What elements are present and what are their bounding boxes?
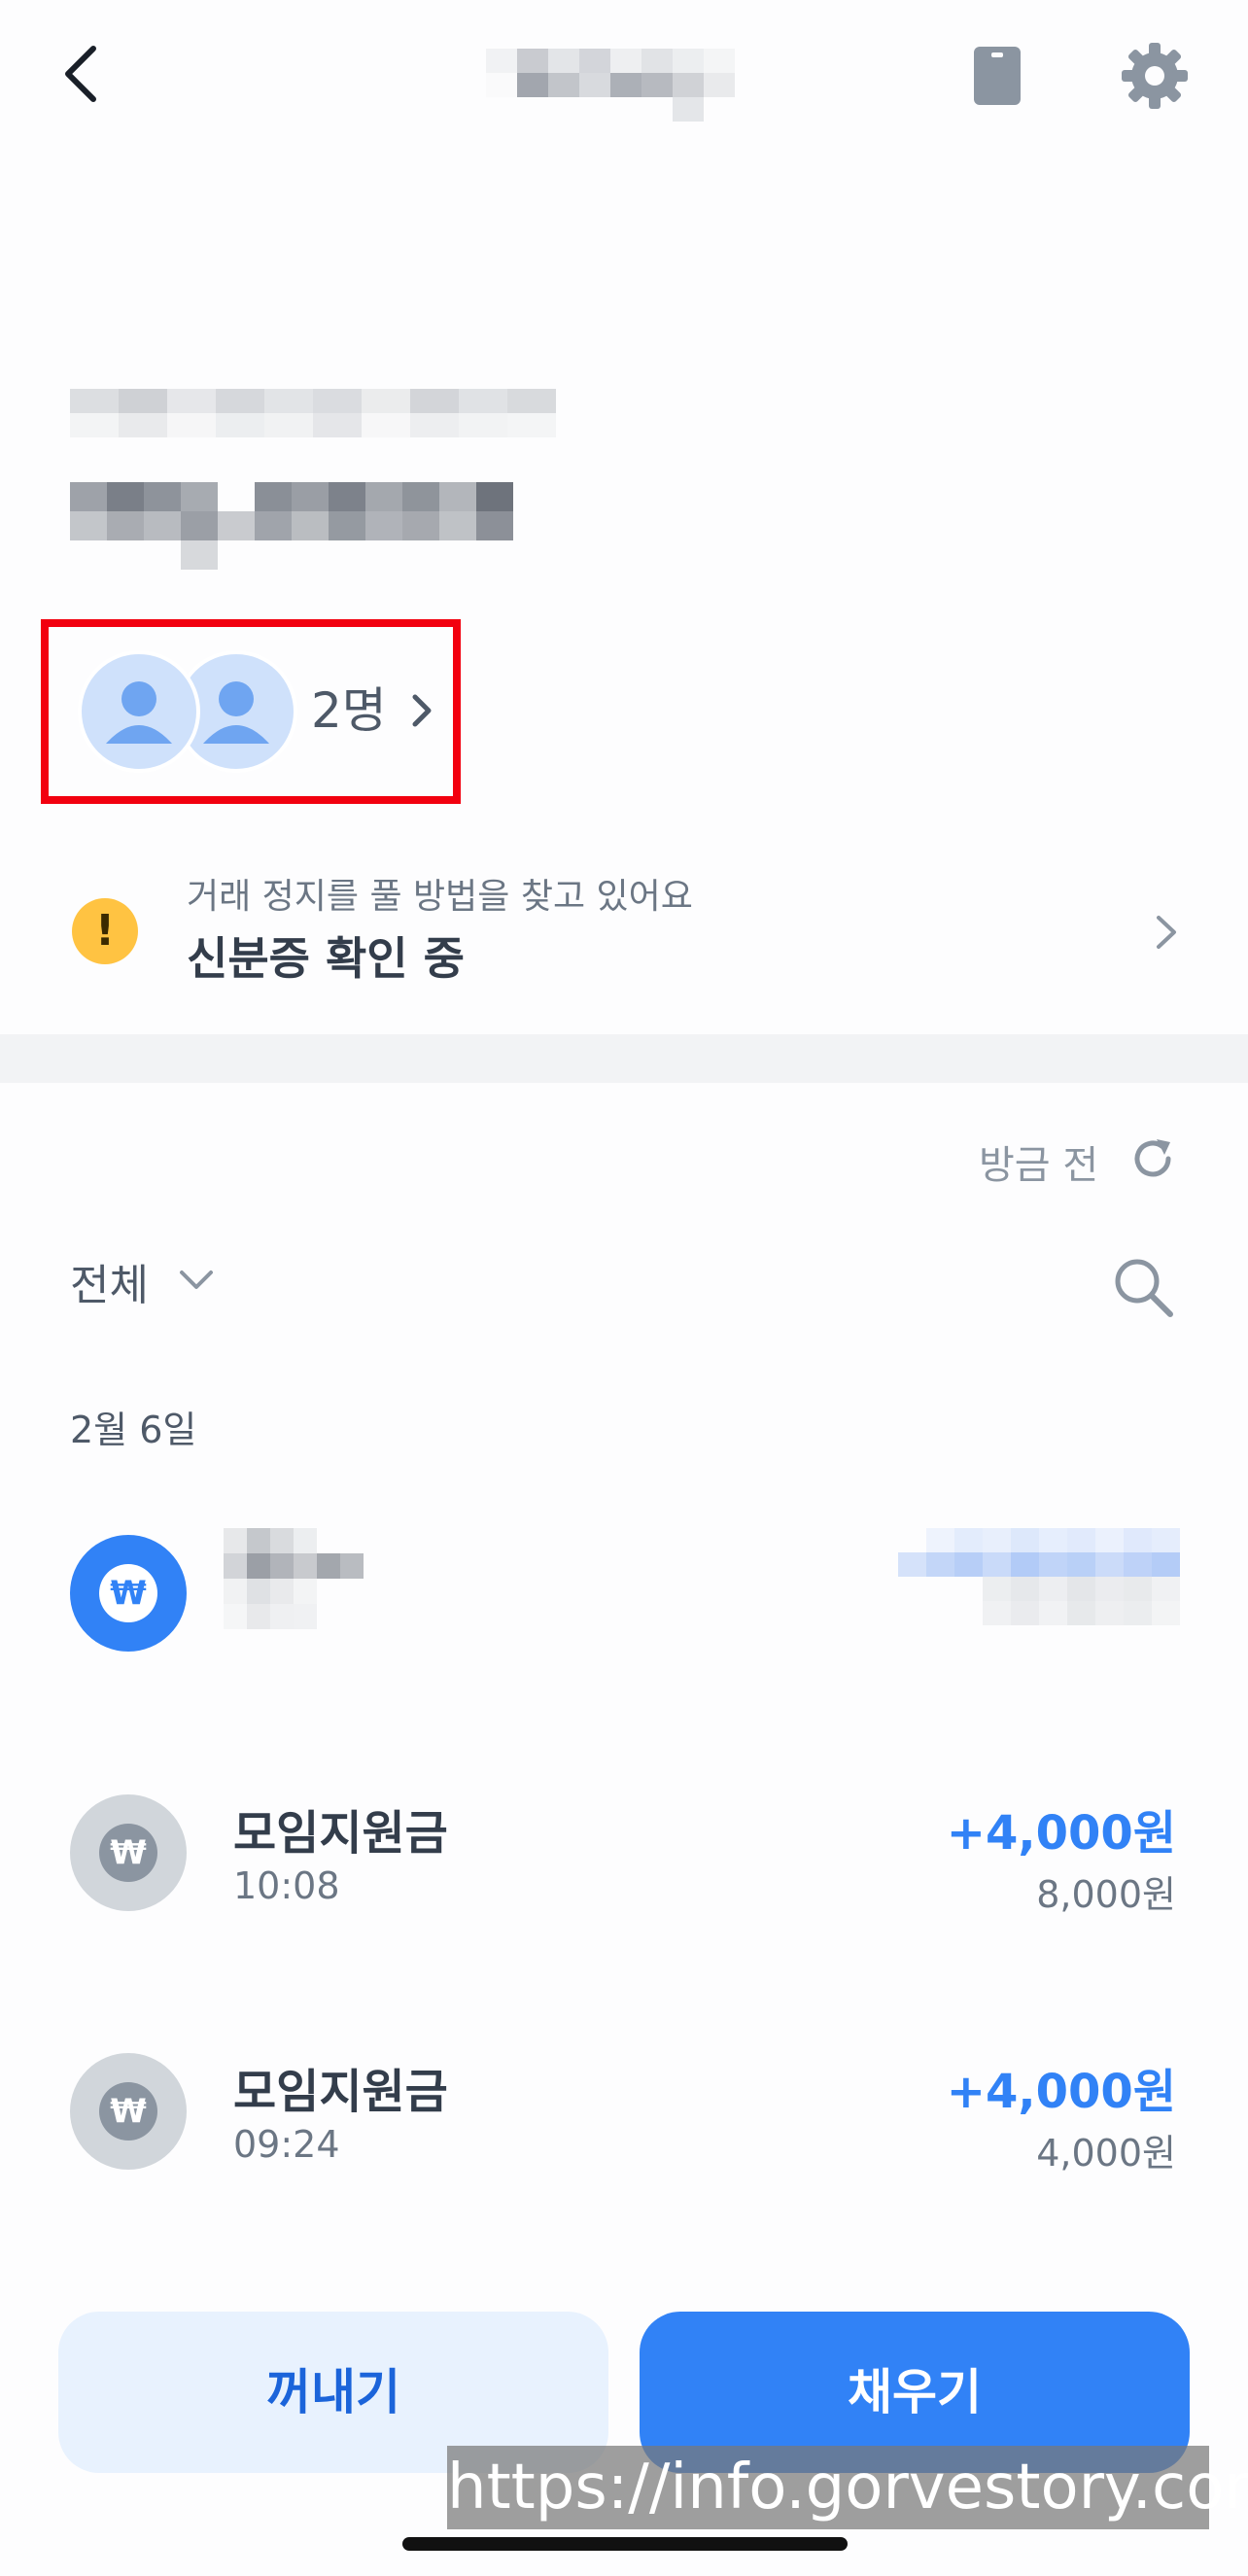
card-button[interactable] <box>970 43 1024 109</box>
notice-subtitle: 거래 정지를 풀 방법을 찾고 있어요 <box>187 877 693 917</box>
transaction-balance: 4,000원 <box>1036 2132 1176 2175</box>
transaction-icon: ₩ <box>70 1794 187 1911</box>
avatar <box>78 650 200 773</box>
transaction-title[interactable]: 모임지원금 <box>233 2053 448 2121</box>
filter-dropdown[interactable]: 전체 <box>70 1250 149 1312</box>
settings-button[interactable] <box>1118 39 1192 113</box>
chevron-right-icon <box>412 694 432 727</box>
transaction-title[interactable]: 모임지원금 <box>233 1794 448 1862</box>
date-header: 2월 6일 <box>70 1409 197 1451</box>
transaction-amount: +4,000원 <box>946 1806 1176 1861</box>
pixelated-balance <box>70 482 513 570</box>
transaction-time: 10:08 <box>233 1864 340 1907</box>
won-icon: ₩ <box>99 1824 157 1882</box>
refresh-label: 방금 전 <box>979 1143 1099 1188</box>
person-icon <box>106 681 172 744</box>
section-divider <box>0 1034 1248 1083</box>
won-icon: ₩ <box>99 1564 157 1622</box>
gear-icon <box>1122 43 1188 109</box>
members-button[interactable]: 2명 <box>41 619 461 804</box>
chevron-right-icon <box>1157 916 1176 949</box>
refresh-icon <box>1134 1139 1171 1177</box>
chevron-left-icon <box>65 46 96 102</box>
transaction-balance: 8,000원 <box>1036 1873 1176 1916</box>
back-button[interactable] <box>54 43 109 105</box>
pixelated-title <box>486 49 735 122</box>
chevron-down-icon <box>180 1271 213 1289</box>
pixelated-account-name <box>70 389 556 437</box>
notice-title[interactable]: 신분증 확인 중 <box>187 923 465 988</box>
home-indicator <box>402 2537 848 2551</box>
filter-chevron[interactable] <box>177 1268 216 1293</box>
warning-icon: ! <box>72 898 138 964</box>
transaction-icon: ₩ <box>70 2053 187 2170</box>
members-count: 2명 <box>311 682 387 739</box>
transaction-amount: +4,000원 <box>946 2065 1176 2119</box>
card-icon <box>974 47 1021 105</box>
transaction-time: 09:24 <box>233 2123 340 2166</box>
refresh-button[interactable] <box>1127 1133 1178 1184</box>
pixelated-transaction-amount <box>898 1528 1180 1625</box>
notice-chevron[interactable] <box>1153 912 1180 953</box>
won-icon: ₩ <box>99 2082 157 2141</box>
search-button[interactable] <box>1110 1254 1176 1320</box>
search-icon <box>1115 1259 1173 1317</box>
transaction-icon: ₩ <box>70 1535 187 1652</box>
pixelated-transaction-title[interactable] <box>224 1528 364 1629</box>
watermark: https://info.gorvestory.com <box>447 2446 1248 2529</box>
